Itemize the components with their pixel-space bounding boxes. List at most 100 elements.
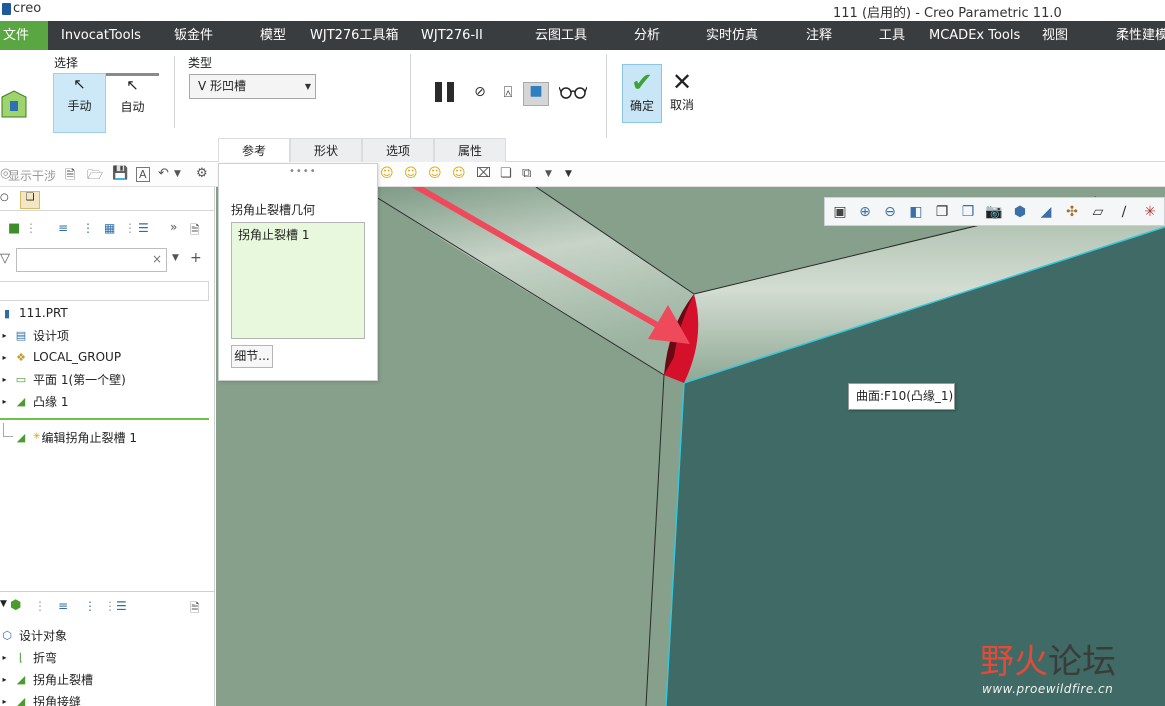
saved-orientations-icon[interactable]: ❒ [959, 203, 977, 221]
smiley-icon[interactable]: ☺ [404, 166, 418, 181]
display-style-icon[interactable]: ❐ [933, 203, 951, 221]
tree-item-editing-relief[interactable]: ◢ ✳ 编辑拐角止裂槽 1 [14, 428, 137, 446]
details-button[interactable]: 细节... [231, 345, 273, 368]
list-item[interactable]: 拐角止裂槽 1 [238, 226, 309, 243]
tree-item-corner-seam[interactable]: ▸ ◢ 拐角接缝 [0, 692, 81, 706]
menu-analysis[interactable]: 分析 [634, 21, 660, 50]
preview-shaded-icon[interactable]: ■ [523, 82, 549, 106]
tree-item-part[interactable]: ▮ 111.PRT [0, 304, 68, 322]
bend-icon: ⌊ [18, 650, 24, 664]
manual-mode-button[interactable]: ↖ 手动 [53, 73, 106, 133]
notes-icon[interactable]: 🗎 [190, 221, 200, 242]
tree-item-planar-wall[interactable]: ▸ ▭ 平面 1(第一个壁) [0, 370, 125, 388]
tree-header-strip [0, 281, 209, 301]
menu-realtime-sim[interactable]: 实时仿真 [706, 21, 758, 50]
tree-item-corner-relief[interactable]: ▸ ◢ 拐角止裂槽 [0, 670, 93, 688]
zoom-out-icon[interactable]: ⊖ [881, 203, 899, 221]
open-folder-icon[interactable]: 🗁 [87, 166, 103, 188]
glasses-verify-icon[interactable] [558, 84, 588, 104]
tree-search-input[interactable]: × [16, 248, 167, 272]
menu-model[interactable]: 模型 [260, 21, 286, 50]
regenerate-icon[interactable]: ⚙ [196, 166, 208, 181]
more-icon[interactable]: ⋮ [124, 221, 136, 235]
save-icon[interactable]: 💾 [112, 166, 128, 181]
chevron-down-icon[interactable]: ▼ [0, 599, 7, 609]
cancel-button[interactable]: ✕ 取消 [664, 64, 700, 123]
add-icon[interactable]: + [190, 250, 202, 266]
show-interference-label[interactable]: 显示干涉 [8, 167, 56, 184]
tab-options[interactable]: 选项 [362, 138, 434, 162]
section-icon[interactable]: ◢ [1037, 203, 1055, 221]
tree-item-design-objects[interactable]: ⬡ 设计对象 [0, 626, 67, 644]
switch-window-icon[interactable]: ⧉ [522, 166, 531, 181]
view-manager-icon[interactable]: 📷 [985, 203, 1003, 221]
corner-relief-icon: ◢ [16, 430, 26, 444]
more-icon[interactable]: ⋮ [104, 599, 116, 613]
tab-shape[interactable]: 形状 [290, 138, 362, 162]
new-file-icon[interactable]: 🗎 [65, 166, 75, 188]
menu-wjt276-toolbox[interactable]: WJT276工具箱 [310, 21, 398, 50]
tree-item-flange[interactable]: ▸ ◢ 凸缘 1 [0, 392, 68, 410]
tab-references[interactable]: 参考 [218, 138, 290, 162]
menu-file[interactable]: 文件 [0, 21, 48, 50]
layer-tree-tab-icon[interactable]: ❏ [20, 191, 40, 209]
smiley-icon[interactable]: ☺ [428, 166, 442, 181]
chevron-down-icon: ▼ [304, 82, 311, 91]
tree-filters-icon[interactable]: ≡ [58, 221, 68, 235]
smiley-icon[interactable]: ☺ [380, 166, 394, 181]
ok-button[interactable]: ✔ 确定 [622, 64, 662, 123]
smiley-icon[interactable]: ☺ [452, 166, 466, 181]
chevron-down-icon[interactable]: ▼ [174, 169, 181, 179]
chevron-down-icon[interactable]: ▼ [545, 169, 552, 179]
plane-display-icon[interactable]: ▱ [1089, 203, 1107, 221]
perspective-icon[interactable]: ⬢ [1011, 203, 1029, 221]
auto-mode-button[interactable]: ↖ 自动 [106, 73, 159, 133]
menu-invocattools[interactable]: InvocatTools [61, 21, 141, 50]
notes-icon[interactable]: 🗎 [190, 599, 200, 620]
tree-filters-icon[interactable]: ≡ [58, 599, 68, 613]
repaint-icon[interactable]: ◧ [907, 203, 925, 221]
close-windows-icon[interactable]: ⌧ [476, 166, 491, 181]
zoom-in-icon[interactable]: ⊕ [856, 203, 874, 221]
annotation-icon[interactable]: A [136, 167, 150, 182]
tree-columns-icon[interactable]: ⋮ [82, 221, 94, 235]
customize-toolbar-icon[interactable]: ▼ [565, 169, 572, 179]
axis-display-icon[interactable]: ∕ [1115, 203, 1133, 221]
tree-item-design-items[interactable]: ▸ ▤ 设计项 [0, 326, 69, 344]
tree-item-local-group[interactable]: ▸ ❖ LOCAL_GROUP [0, 348, 121, 366]
tree-columns-icon[interactable]: ⋮ [84, 599, 96, 613]
relief-geometry-list[interactable]: 拐角止裂槽 1 [231, 222, 365, 339]
csys-display-icon[interactable]: ✳ [1141, 203, 1159, 221]
design-tree-settings-icon[interactable]: ⬢ [10, 598, 21, 613]
no-preview-icon[interactable]: ⊘ [471, 84, 489, 100]
menu-view[interactable]: 视图 [1042, 21, 1068, 50]
tab-properties[interactable]: 属性 [434, 138, 506, 162]
settings-icon[interactable]: ■ [8, 221, 20, 236]
model-tree-tab-icon[interactable]: ○ [0, 192, 9, 203]
window-icon[interactable]: ❏ [500, 166, 512, 181]
more-icon[interactable]: ⋮ [25, 221, 37, 235]
menu-flexible-modeling[interactable]: 柔性建模 [1116, 21, 1165, 50]
refit-icon[interactable]: ▣ [831, 203, 849, 221]
more-icon[interactable]: ⋮ [34, 599, 46, 613]
menu-sheetmetal[interactable]: 钣金件 [174, 21, 213, 50]
design-tree-toolbar: ▼ ⬢ ⋮ ≡ ⋮ ⋮ ☰ 🗎 [0, 597, 215, 619]
preview-wireframe-icon[interactable]: ⍓ [497, 83, 519, 101]
menu-wjt276-ii[interactable]: WJT276-II [421, 21, 483, 50]
pause-icon[interactable] [432, 81, 458, 108]
menu-cloud-tools[interactable]: 云图工具 [535, 21, 587, 50]
undo-icon[interactable]: ↶ [158, 166, 169, 181]
menu-mcadex-tools[interactable]: MCADEx Tools [929, 21, 1020, 50]
expand-icon[interactable]: » [170, 220, 177, 234]
table-icon[interactable]: ▦ [104, 221, 115, 235]
datum-display-icon[interactable]: ✣ [1063, 203, 1081, 221]
menu-tools[interactable]: 工具 [879, 21, 905, 50]
tree-item-bend[interactable]: ▸ ⌊ 折弯 [0, 648, 57, 666]
show-icon[interactable]: ☰ [138, 221, 149, 235]
clear-icon[interactable]: × [152, 252, 162, 266]
chevron-down-icon[interactable]: ▼ [172, 253, 179, 263]
type-select[interactable]: V 形凹槽 ▼ [189, 74, 316, 99]
drag-handle-icon[interactable]: •••• [289, 166, 317, 177]
show-icon[interactable]: ☰ [116, 599, 127, 613]
menu-annotate[interactable]: 注释 [806, 21, 832, 50]
